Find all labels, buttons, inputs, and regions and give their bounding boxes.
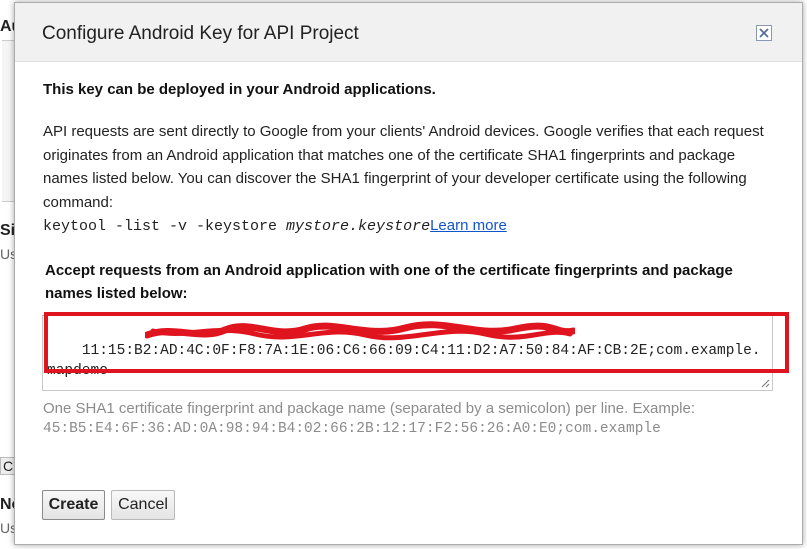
fingerprints-textarea[interactable]: 11:15:B2:AD:4C:0F:F8:7A:1E:06:C6:66:09:C…: [42, 315, 773, 391]
textarea-value: 11:15:B2:AD:4C:0F:F8:7A:1E:06:C6:66:09:C…: [47, 343, 761, 379]
command-argument: mystore.keystore: [286, 218, 431, 235]
dialog-lead-text: This key can be deployed in your Android…: [43, 81, 436, 98]
close-icon[interactable]: [756, 25, 772, 41]
resize-grip-icon[interactable]: [761, 379, 770, 388]
cancel-button[interactable]: Cancel: [111, 490, 175, 520]
dialog-title: Configure Android Key for API Project: [42, 23, 359, 44]
format-hint: One SHA1 certificate fingerprint and pac…: [43, 400, 696, 417]
learn-more-link[interactable]: Learn more: [430, 217, 507, 234]
create-button[interactable]: Create: [42, 490, 105, 520]
accept-requests-label: Accept requests from an Android applicat…: [45, 262, 733, 302]
dialog-description: API requests are sent directly to Google…: [43, 123, 764, 211]
background-text: Si: [0, 222, 16, 239]
format-example: 45:B5:E4:6F:36:AD:0A:98:94:B4:02:66:2B:1…: [43, 421, 661, 437]
dialog-titlebar: Configure Android Key for API Project: [15, 3, 802, 62]
command-line: keytool -list -v -keystore mystore.keyst…: [43, 217, 507, 235]
configure-key-dialog: Configure Android Key for API Project Th…: [14, 2, 803, 545]
command-text: keytool -list -v -keystore: [43, 218, 287, 235]
